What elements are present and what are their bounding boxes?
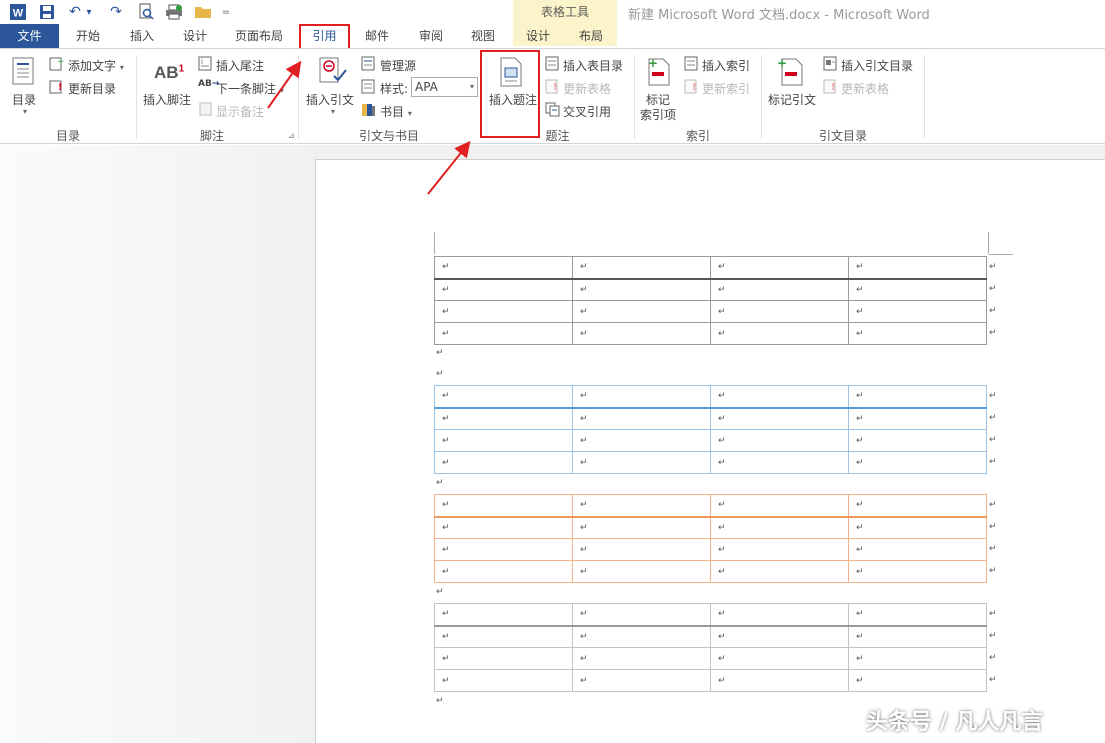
annotation-arrows: [267, 60, 471, 195]
arrow-to-insert-caption: [427, 140, 471, 195]
tab-references[interactable]: 引用: [299, 24, 350, 48]
arrow-to-references-tab: [267, 60, 302, 109]
watermark-text: 头条号 / 凡人凡言: [866, 710, 1044, 735]
